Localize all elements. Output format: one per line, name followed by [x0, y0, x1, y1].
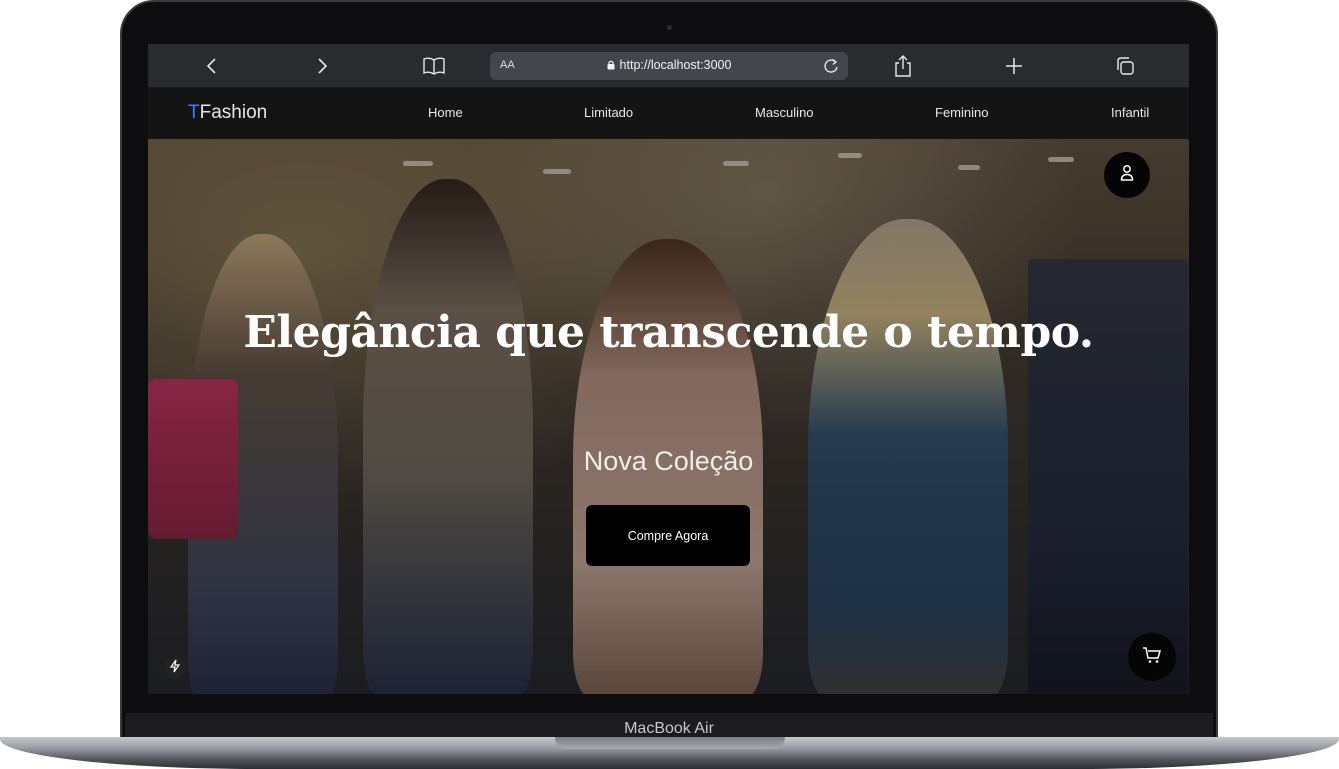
address-bar[interactable]: AA http://localhost:3000 — [490, 52, 848, 80]
bookmarks-icon[interactable] — [421, 54, 447, 78]
laptop-notch — [555, 737, 785, 749]
nav-limitado[interactable]: Limitado — [584, 105, 633, 120]
back-icon[interactable] — [199, 54, 225, 78]
user-icon — [1119, 164, 1135, 187]
hero-section: Elegância que transcende o tempo. Nova C… — [148, 139, 1189, 694]
screen: AA http://localhost:3000 TFashion Home L… — [148, 44, 1189, 694]
logo-text: Fashion — [199, 102, 268, 123]
device-label: MacBook Air — [624, 720, 714, 737]
nav-feminino[interactable]: Feminino — [935, 105, 988, 120]
cart-icon — [1142, 645, 1162, 670]
hero-headline: Elegância que transcende o tempo. — [243, 307, 1094, 358]
nav-infantil[interactable]: Infantil — [1111, 105, 1149, 120]
nav-home[interactable]: Home — [428, 105, 463, 120]
account-button[interactable] — [1104, 152, 1150, 198]
site-logo[interactable]: TFashion — [188, 102, 267, 124]
new-tab-icon[interactable] — [1001, 54, 1027, 78]
hero-subtitle: Nova Coleção — [583, 446, 754, 476]
lock-icon — [607, 59, 615, 70]
cart-button[interactable] — [1128, 633, 1176, 681]
shop-now-button[interactable]: Compre Agora — [586, 505, 750, 566]
browser-toolbar: AA http://localhost:3000 — [148, 44, 1189, 88]
tabs-icon[interactable] — [1112, 54, 1138, 78]
site-header: TFashion Home Limitado Masculino Feminin… — [148, 88, 1189, 139]
nav-masculino[interactable]: Masculino — [755, 105, 814, 120]
hero-overlay — [148, 139, 1189, 694]
url-text: http://localhost:3000 — [619, 58, 732, 72]
url-display[interactable]: http://localhost:3000 — [490, 58, 848, 72]
reload-icon[interactable] — [822, 57, 840, 75]
quick-action-button[interactable] — [164, 657, 186, 679]
camera-icon — [667, 25, 672, 30]
share-icon[interactable] — [890, 54, 916, 78]
logo-mark: T — [188, 102, 200, 123]
forward-icon[interactable] — [309, 54, 335, 78]
bolt-icon — [169, 659, 181, 678]
